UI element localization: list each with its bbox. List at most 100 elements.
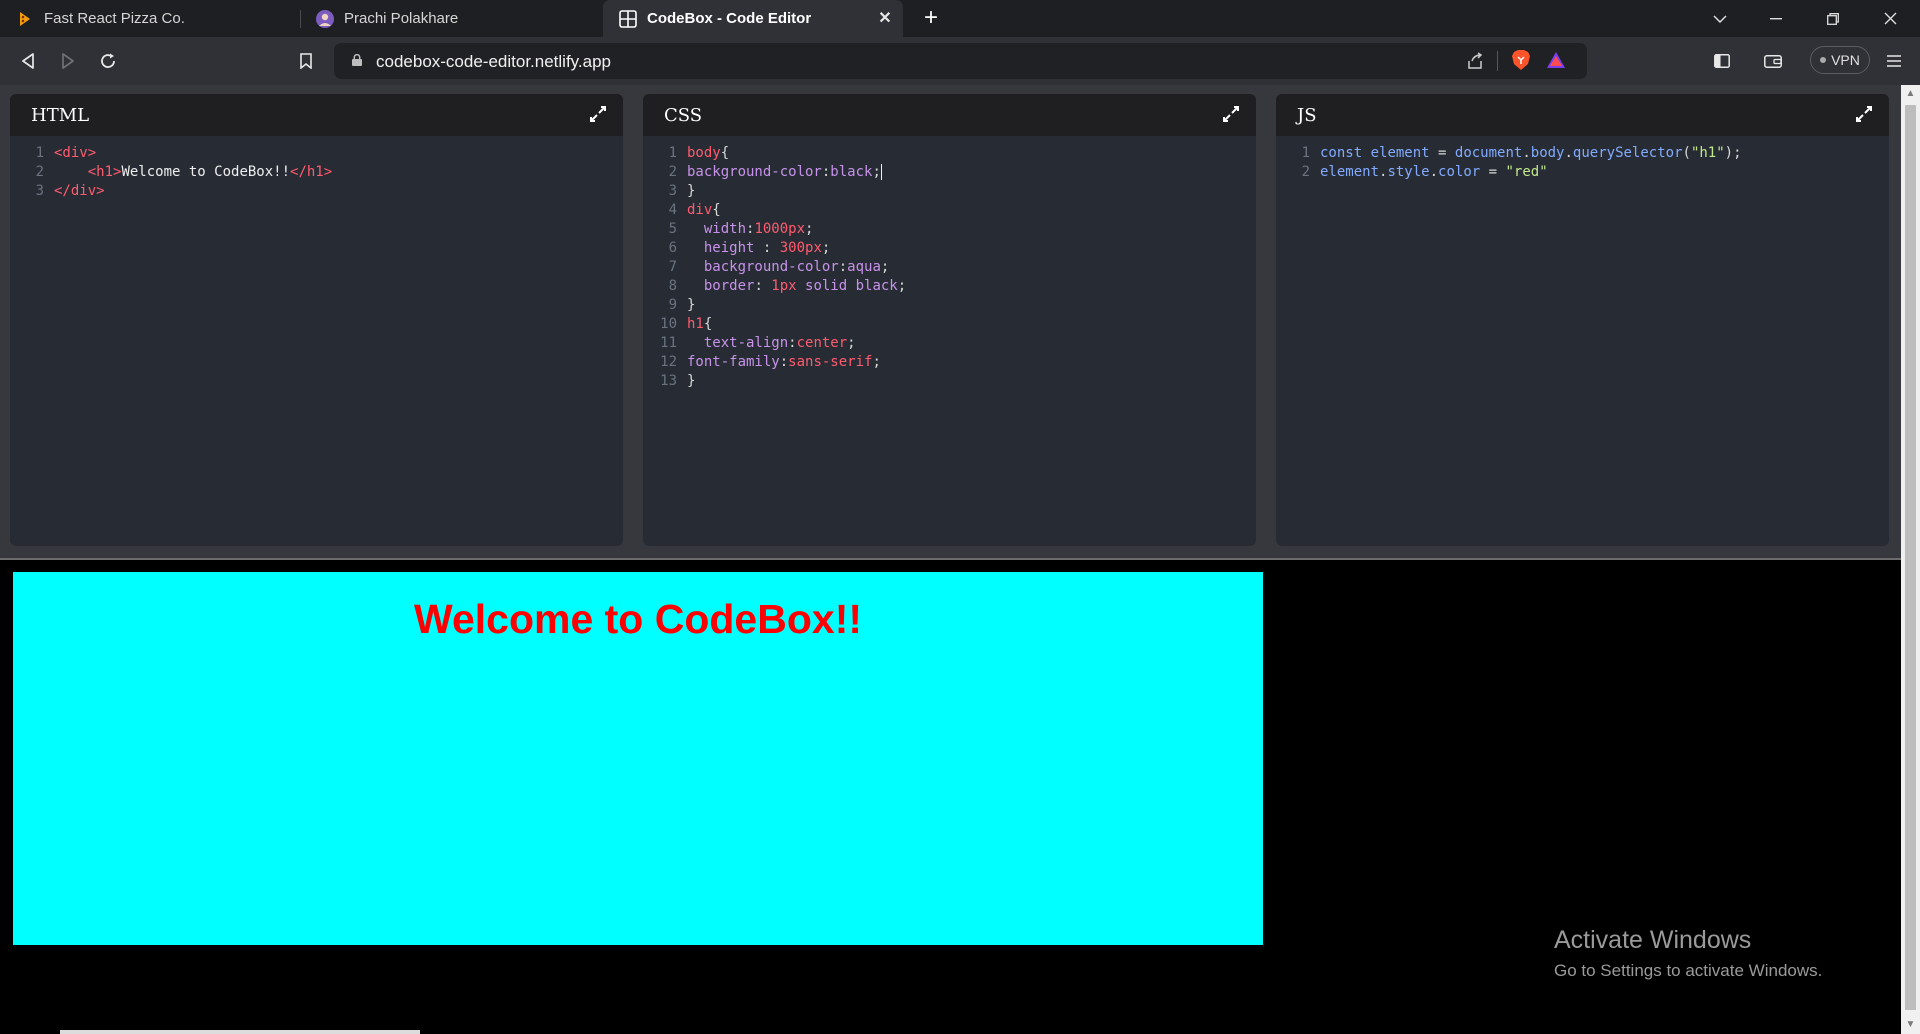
code-token: . [1522, 145, 1531, 161]
tab-prachi-polakhare[interactable]: Prachi Polakhare [300, 0, 602, 37]
code-token: ; [872, 354, 881, 370]
expand-icon[interactable] [1222, 105, 1240, 123]
code-line: 11 text-align:center; [643, 334, 1256, 353]
code-token: = [1429, 145, 1455, 161]
line-number: 2 [668, 164, 677, 180]
wallet-icon[interactable] [1761, 49, 1785, 73]
code-token: body [687, 145, 721, 161]
code-text: </div> [54, 182, 105, 201]
scroll-down-arrow-icon[interactable]: ▼ [1905, 1019, 1916, 1031]
vpn-status-dot [1820, 57, 1827, 63]
close-window-button[interactable] [1862, 0, 1918, 37]
line-number: 2 [35, 164, 44, 180]
new-tab-button[interactable]: + [918, 4, 944, 31]
vertical-scrollbar[interactable]: ▲ ▼ [1901, 85, 1920, 1034]
code-text: } [687, 372, 695, 391]
horizontal-scrollbar-thumb[interactable] [60, 1030, 420, 1034]
preview-heading: Welcome to CodeBox!! [414, 596, 862, 642]
code-token: Welcome to CodeBox!! [121, 164, 291, 180]
tab-fast-react-pizza[interactable]: Fast React Pizza Co. [0, 0, 300, 37]
line-number: 8 [668, 278, 677, 294]
code-line: 1 const element = document.body.querySele… [1276, 144, 1889, 163]
code-text: div{ [687, 201, 721, 220]
pizza-icon [16, 10, 34, 28]
tab-codebox[interactable]: CodeBox - Code Editor ✕ [603, 0, 903, 37]
preview-aqua-div: Welcome to CodeBox!! [12, 571, 1264, 946]
code-token: { [703, 316, 713, 332]
code-token: document [1454, 145, 1523, 161]
sidebar-toggle-icon[interactable] [1710, 49, 1734, 73]
expand-icon[interactable] [1855, 105, 1873, 123]
code-token: style [1387, 164, 1430, 180]
code-token: } [687, 183, 696, 199]
js-code-editor[interactable]: 1 const element = document.body.querySele… [1276, 136, 1889, 182]
code-token: ( [1682, 145, 1691, 161]
code-text: width:1000px; [687, 220, 814, 239]
code-line: 5 width:1000px; [643, 220, 1256, 239]
bookmark-icon[interactable] [294, 49, 318, 73]
watermark-subtitle: Go to Settings to activate Windows. [1554, 961, 1823, 980]
brave-rewards-icon[interactable] [1546, 51, 1566, 74]
restore-button[interactable] [1805, 0, 1861, 37]
line-number: 11 [660, 335, 677, 351]
html-code-editor[interactable]: 1 <div> 2 <h1>Welcome to CodeBox!!</h1> 3 </… [10, 136, 623, 201]
scroll-up-arrow-icon[interactable]: ▲ [1905, 88, 1916, 100]
html-panel-header: HTML [10, 94, 623, 136]
minimize-button[interactable] [1748, 0, 1804, 37]
code-text: <div> [54, 144, 96, 163]
code-line: 3} [643, 182, 1256, 201]
tab-search-chevron-icon[interactable] [1692, 0, 1748, 37]
avatar-icon [316, 9, 334, 28]
css-code-editor[interactable]: 1 body{2 background-color:black; 3} 4 div{5 w… [643, 136, 1256, 391]
expand-icon[interactable] [589, 105, 607, 123]
line-number: 1 [668, 145, 677, 161]
code-text: height : 300px; [687, 239, 830, 258]
code-token: black [830, 164, 873, 180]
share-icon[interactable] [1466, 52, 1484, 75]
code-text: background-color:aqua; [687, 258, 889, 277]
code-token: } [687, 373, 696, 389]
line-number: 3 [668, 183, 677, 199]
code-line: 1 <div> [10, 144, 623, 163]
code-token: text-align [703, 335, 789, 351]
code-token: border [703, 278, 755, 294]
reload-button[interactable] [96, 49, 120, 73]
code-token: <h1> [87, 164, 122, 180]
address-bar[interactable]: codebox-code-editor.netlify.app [334, 43, 1587, 79]
close-tab-icon[interactable]: ✕ [875, 8, 895, 28]
lock-icon [352, 54, 362, 66]
code-token: background-color [703, 259, 839, 275]
code-text: border: 1px solid black; [687, 277, 906, 296]
vpn-label: VPN [1831, 52, 1860, 68]
code-token: element [1320, 164, 1380, 180]
code-token: : [788, 335, 797, 351]
line-number: 3 [35, 183, 44, 199]
vpn-button[interactable]: VPN [1810, 46, 1870, 74]
code-token: h1 [687, 316, 704, 332]
code-token: : [779, 354, 789, 370]
back-button[interactable] [16, 49, 40, 73]
code-token: = [1480, 164, 1506, 180]
url-text: codebox-code-editor.netlify.app [376, 52, 612, 71]
line-number: 13 [660, 373, 677, 389]
code-token: : [838, 259, 848, 275]
line-number: 6 [668, 240, 677, 256]
tab-title: CodeBox - Code Editor [647, 10, 812, 27]
code-token: const [1320, 145, 1363, 161]
forward-button[interactable] [56, 49, 80, 73]
line-number: 4 [668, 202, 677, 218]
code-token: { [720, 145, 730, 161]
code-token: ; [847, 335, 856, 351]
brave-shields-icon[interactable] [1511, 49, 1531, 76]
code-line: 12 font-family:sans-serif; [643, 353, 1256, 372]
code-line: 2 <h1>Welcome to CodeBox!!</h1> [10, 163, 623, 182]
address-bar-divider [1497, 51, 1498, 71]
code-text: element.style.color = "red" [1320, 163, 1548, 182]
js-panel-header: JS [1276, 94, 1889, 136]
code-line: 13} [643, 372, 1256, 391]
menu-icon[interactable] [1882, 49, 1906, 73]
scrollbar-thumb[interactable] [1905, 105, 1916, 1010]
